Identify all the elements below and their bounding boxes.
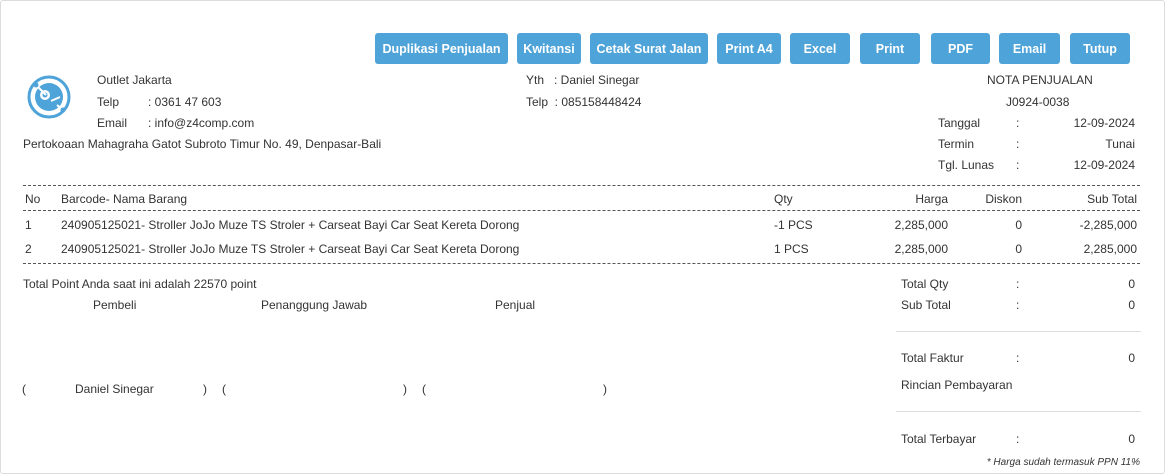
- sub-total-value: 0: [1128, 298, 1135, 312]
- nota-tgl-lunas-value: 12-09-2024: [1073, 158, 1135, 172]
- totals-divider-2: [896, 411, 1141, 412]
- col-header-item: Barcode- Nama Barang: [61, 192, 188, 206]
- outlet-email-label: Email: [97, 116, 128, 130]
- ppn-note: * Harga sudah termasuk PPN 11%: [986, 457, 1140, 468]
- pdf-button[interactable]: PDF: [931, 33, 990, 64]
- excel-button[interactable]: Excel: [790, 33, 850, 64]
- buyer-name: Daniel Sinegar: [75, 382, 154, 396]
- print-button[interactable]: Print: [860, 33, 920, 64]
- sign-penanggung-jawab-label: Penanggung Jawab: [261, 298, 368, 312]
- row-diskon: 0: [1015, 242, 1022, 256]
- table-bottom-divider: [23, 263, 1140, 264]
- table-top-divider: [23, 185, 1140, 186]
- total-terbayar-sep: :: [1016, 432, 1020, 446]
- nota-tgl-lunas-label: Tgl. Lunas: [938, 158, 995, 172]
- total-faktur-sep: :: [1016, 351, 1020, 365]
- row-qty: -1 PCS: [774, 218, 813, 232]
- outlet-name: Outlet Jakarta: [97, 73, 172, 87]
- total-faktur-label: Total Faktur: [901, 351, 964, 365]
- nota-termin-sep: :: [1016, 137, 1020, 151]
- nota-termin-value: Tunai: [1105, 137, 1135, 151]
- row-no: 1: [25, 218, 32, 232]
- cetak-surat-jalan-button[interactable]: Cetak Surat Jalan: [590, 33, 708, 64]
- nota-termin-label: Termin: [938, 137, 975, 151]
- company-logo-icon: [27, 75, 71, 119]
- total-faktur-value: 0: [1128, 351, 1135, 365]
- total-qty-value: 0: [1128, 277, 1135, 291]
- row-subtotal: -2,285,000: [1079, 218, 1137, 232]
- row-harga: 2,285,000: [894, 242, 948, 256]
- duplikasi-penjualan-button[interactable]: Duplikasi Penjualan: [375, 33, 508, 64]
- sign-penjual-close-paren: ): [603, 382, 607, 396]
- outlet-telp-label: Telp: [97, 95, 120, 109]
- col-header-qty: Qty: [774, 192, 793, 206]
- email-button[interactable]: Email: [999, 33, 1060, 64]
- col-header-diskon: Diskon: [985, 192, 1022, 206]
- sub-total-label: Sub Total: [901, 298, 951, 312]
- row-diskon: 0: [1015, 218, 1022, 232]
- row-no: 2: [25, 242, 32, 256]
- col-header-no: No: [25, 192, 41, 206]
- kwitansi-button[interactable]: Kwitansi: [517, 33, 581, 64]
- row-harga: 2,285,000: [894, 218, 948, 232]
- total-terbayar-label: Total Terbayar: [901, 432, 977, 446]
- total-qty-label: Total Qty: [901, 277, 949, 291]
- nota-number: J0924-0038: [1006, 95, 1070, 109]
- table-header-divider: [23, 210, 1140, 211]
- outlet-telp-value: : 0361 47 603: [148, 95, 222, 109]
- outlet-email-value: : info@z4comp.com: [148, 116, 255, 130]
- outlet-address: Pertokoaan Mahagraha Gatot Subroto Timur…: [23, 137, 382, 151]
- sign-pj-open-paren: (: [222, 382, 226, 396]
- customer-telp: Telp : 085158448424: [526, 95, 642, 109]
- row-item: 240905125021- Stroller JoJo Muze TS Stro…: [61, 218, 520, 232]
- nota-tanggal-label: Tanggal: [938, 116, 981, 130]
- sub-total-sep: :: [1016, 298, 1020, 312]
- receipt-frame: [0, 0, 1165, 474]
- rincian-pembayaran-label: Rincian Pembayaran: [901, 378, 1013, 392]
- row-item: 240905125021- Stroller JoJo Muze TS Stro…: [61, 242, 520, 256]
- row-subtotal: 2,285,000: [1083, 242, 1137, 256]
- sign-penjual-label: Penjual: [495, 298, 536, 312]
- tutup-button[interactable]: Tutup: [1070, 33, 1130, 64]
- nota-tgl-lunas-sep: :: [1016, 158, 1020, 172]
- col-header-subtotal: Sub Total: [1087, 192, 1137, 206]
- sign-pembeli-open-paren: (: [22, 382, 26, 396]
- row-qty: 1 PCS: [774, 242, 809, 256]
- total-terbayar-value: 0: [1128, 432, 1135, 446]
- points-text: Total Point Anda saat ini adalah 22570 p…: [23, 277, 257, 291]
- nota-title: NOTA PENJUALAN: [987, 73, 1093, 87]
- nota-tanggal-value: 12-09-2024: [1073, 116, 1135, 130]
- sign-pembeli-label: Pembeli: [93, 298, 137, 312]
- col-header-harga: Harga: [915, 192, 948, 206]
- nota-tanggal-sep: :: [1016, 116, 1020, 130]
- sign-pembeli-close-paren: ): [203, 382, 207, 396]
- sign-penjual-open-paren: (: [422, 382, 426, 396]
- print-a4-button[interactable]: Print A4: [717, 33, 781, 64]
- totals-divider-1: [896, 331, 1141, 332]
- total-qty-sep: :: [1016, 277, 1020, 291]
- sign-pj-close-paren: ): [403, 382, 407, 396]
- customer-name: Yth : Daniel Sinegar: [526, 73, 640, 87]
